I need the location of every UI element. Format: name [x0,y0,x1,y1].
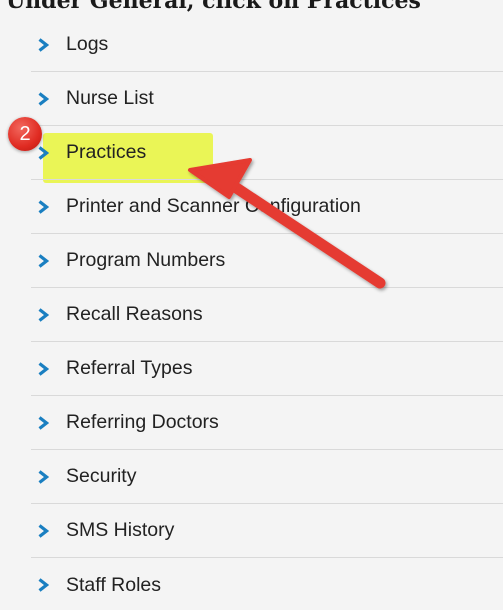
settings-menu-list: Logs Nurse List Practices Printer and Sc… [31,18,503,610]
menu-item-label: Staff Roles [66,573,162,596]
menu-item-program-numbers[interactable]: Program Numbers [31,234,503,288]
menu-item-label: Program Numbers [66,249,226,271]
chevron-right-icon [33,359,53,379]
menu-item-practices[interactable]: Practices [31,126,503,180]
menu-item-recall-reasons[interactable]: Recall Reasons [31,288,503,342]
menu-item-label: Recall Reasons [66,303,203,325]
menu-item-nurse-list[interactable]: Nurse List [31,72,503,126]
screenshot-page: Under General, click on Practices Logs N… [0,0,503,610]
menu-item-staff-roles[interactable]: Staff Roles [31,558,503,610]
menu-item-logs[interactable]: Logs [31,18,503,72]
menu-item-label: Referral Types [66,357,193,379]
chevron-right-icon [33,197,53,217]
chevron-right-icon [33,35,53,55]
step-number-badge: 2 [8,117,42,151]
menu-item-label: Logs [66,33,109,55]
chevron-right-icon [33,89,53,109]
menu-item-label: Nurse List [66,87,154,109]
instruction-title: Under General, click on Practices [6,0,421,14]
chevron-right-icon [33,575,53,595]
chevron-right-icon [33,521,53,541]
menu-item-label: Security [66,465,137,487]
menu-item-sms-history[interactable]: SMS History [31,504,503,558]
menu-item-referral-types[interactable]: Referral Types [31,342,503,396]
chevron-right-icon [33,413,53,433]
menu-item-label: Referring Doctors [66,411,219,433]
menu-item-label: Practices [66,141,147,163]
chevron-right-icon [33,305,53,325]
chevron-right-icon [33,467,53,487]
menu-item-security[interactable]: Security [31,450,503,504]
menu-item-printer-scanner-configuration[interactable]: Printer and Scanner Configuration [31,180,503,234]
chevron-right-icon [33,251,53,271]
menu-item-referring-doctors[interactable]: Referring Doctors [31,396,503,450]
menu-item-label: Printer and Scanner Configuration [66,195,361,217]
menu-item-label: SMS History [66,519,175,541]
